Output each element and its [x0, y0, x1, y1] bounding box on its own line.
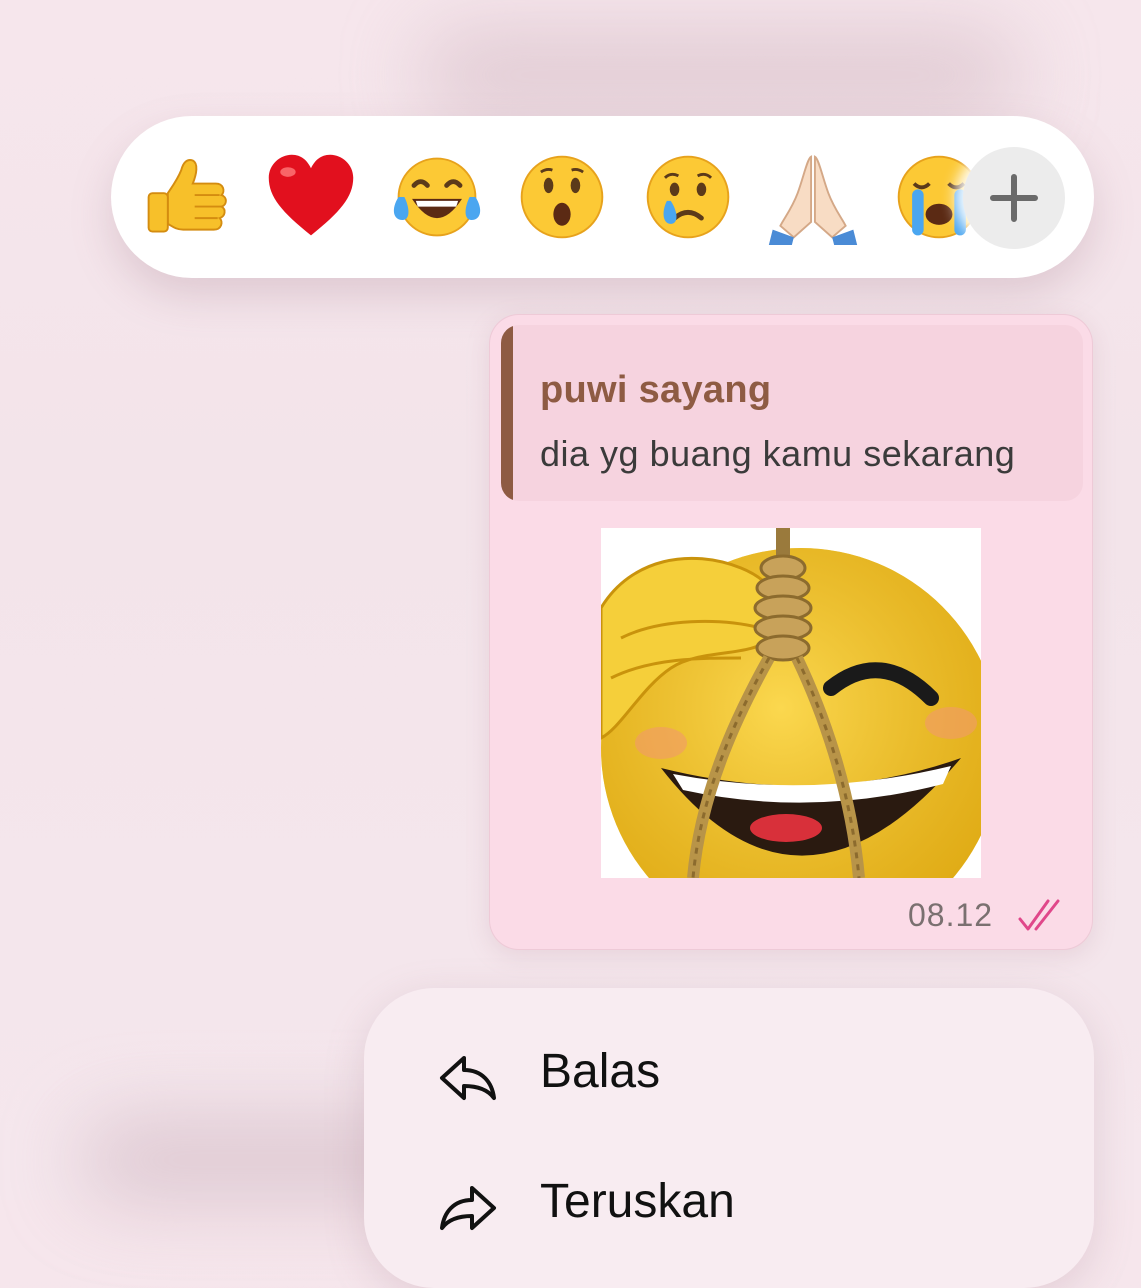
surprised-face-icon — [520, 155, 604, 239]
thumbs-up-icon — [147, 159, 227, 233]
menu-label-reply: Balas — [540, 1045, 661, 1098]
menu-item-forward[interactable]: Teruskan — [364, 1156, 1094, 1256]
tears-of-joy-icon — [393, 157, 481, 237]
folded-hands-icon — [768, 155, 858, 245]
quoted-message[interactable]: puwi sayang dia yg buang kamu sekarang — [501, 325, 1083, 501]
reaction-thumbs-up[interactable] — [137, 147, 237, 247]
forward-arrow-icon — [440, 1186, 496, 1230]
background-shadow — [420, 30, 1020, 120]
reaction-surprised[interactable] — [512, 147, 612, 247]
plus-icon — [990, 174, 1038, 222]
crying-face-icon — [646, 155, 730, 239]
message-time: 08.12 — [908, 897, 994, 933]
quote-author: puwi sayang — [540, 369, 772, 411]
quote-accent-bar — [501, 325, 513, 501]
laughing-emoji-noose-sticker — [601, 528, 981, 878]
menu-label-forward: Teruskan — [540, 1175, 735, 1228]
heart-icon — [268, 154, 354, 236]
message-context-menu: Balas Teruskan — [364, 988, 1094, 1288]
reaction-tears-of-joy[interactable] — [387, 147, 487, 247]
reaction-bar — [111, 116, 1094, 278]
menu-item-reply[interactable]: Balas — [364, 1026, 1094, 1126]
more-reactions-button[interactable] — [963, 147, 1065, 249]
message-bubble[interactable]: puwi sayang dia yg buang kamu sekarang 0… — [489, 314, 1093, 950]
reaction-sad-crying[interactable] — [638, 147, 738, 247]
sticker-image[interactable] — [601, 528, 981, 878]
quote-text: dia yg buang kamu sekarang — [540, 433, 1016, 474]
reply-arrow-icon — [440, 1056, 496, 1100]
reaction-red-heart[interactable] — [261, 147, 361, 247]
double-check-icon — [1018, 899, 1060, 931]
reaction-folded-hands[interactable] — [763, 147, 863, 247]
